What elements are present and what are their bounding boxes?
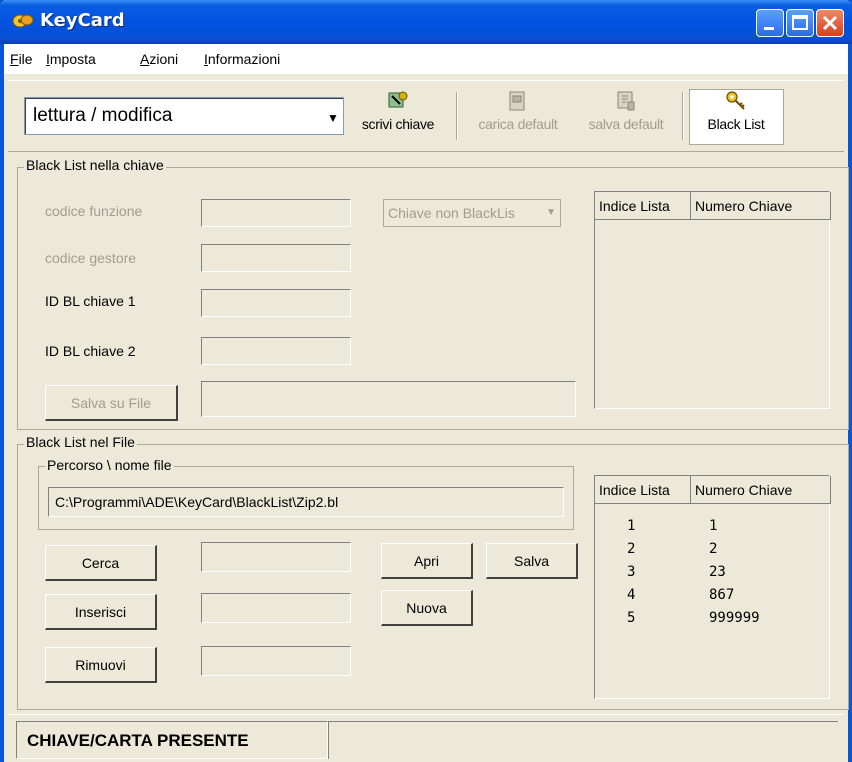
group-title-file: Black List nel File	[24, 434, 137, 450]
label-codice-gestore: codice gestore	[45, 250, 137, 266]
row-numero[interactable]: 867	[709, 587, 734, 603]
label-id-bl-chiave-1: ID BL chiave 1	[45, 293, 136, 309]
menu-informazioni[interactable]: Informazioni	[204, 51, 280, 67]
chiave-list-view[interactable]: Indice Lista Numero Chiave	[594, 191, 831, 409]
load-default-label: carica default	[478, 116, 558, 132]
file-list-view[interactable]: Indice Lista Numero Chiave 1 1 2 2 3 23 …	[594, 475, 831, 699]
row-indice[interactable]: 1	[627, 518, 635, 534]
menu-label: nformazioni	[207, 51, 281, 67]
inserisci-field[interactable]	[201, 593, 351, 623]
load-default-icon	[509, 91, 525, 111]
status-bar: CHIAVE/CARTA PRESENTE	[8, 714, 844, 762]
save-default-label: salva default	[588, 116, 664, 132]
codice-gestore-field[interactable]	[201, 244, 351, 272]
black-list-label: Black List	[707, 116, 765, 132]
status-pane-secondary	[328, 721, 838, 759]
salva-su-file-label: Salva su File	[70, 395, 152, 411]
label-id-bl-chiave-2: ID BL chiave 2	[45, 343, 136, 359]
header-numero-chiave[interactable]: Numero Chiave	[691, 476, 831, 504]
rimuovi-button[interactable]: Rimuovi	[45, 647, 157, 683]
write-key-icon	[388, 91, 408, 108]
menu-bar: File Imposta Azioni Informazioni	[4, 44, 848, 74]
apri-button[interactable]: Apri	[381, 543, 473, 579]
black-list-button[interactable]: Black List	[690, 90, 782, 144]
header-numero-chiave[interactable]: Numero Chiave	[691, 192, 831, 220]
maximize-button[interactable]	[786, 9, 814, 37]
header-indice-lista[interactable]: Indice Lista	[595, 476, 691, 504]
window-title: KeyCard	[40, 10, 125, 31]
menu-label: mposta	[49, 51, 96, 67]
header-indice-lista[interactable]: Indice Lista	[595, 192, 691, 220]
save-default-button[interactable]: salva default	[574, 90, 678, 144]
label-codice-funzione: codice funzione	[45, 203, 143, 219]
inserisci-button[interactable]: Inserisci	[45, 594, 157, 630]
mode-select-value: lettura / modifica	[33, 105, 173, 126]
toolbar-separator	[456, 92, 458, 140]
path-field[interactable]: C:\Programmi\ADE\KeyCard\BlackList\Zip2.…	[48, 487, 564, 517]
load-default-button[interactable]: carica default	[464, 90, 572, 144]
menu-label: zioni	[149, 51, 179, 67]
close-icon	[822, 15, 838, 31]
rimuovi-label: Rimuovi	[75, 657, 126, 673]
id-bl-chiave-2-field[interactable]	[201, 337, 351, 365]
row-indice[interactable]: 2	[627, 541, 635, 557]
dropdown-arrow-icon: ▼	[546, 207, 556, 218]
keycard-app-icon	[12, 14, 34, 28]
id-bl-chiave-1-field[interactable]	[201, 289, 351, 317]
menu-file[interactable]: File	[10, 51, 33, 67]
menu-imposta[interactable]: Imposta	[46, 51, 96, 67]
menu-accel: F	[10, 51, 19, 67]
menu-label: ile	[18, 51, 33, 67]
cerca-label: Cerca	[81, 555, 120, 571]
rimuovi-field[interactable]	[201, 646, 351, 676]
status-pane-main: CHIAVE/CARTA PRESENTE	[16, 721, 328, 759]
title-bar[interactable]: KeyCard	[0, 0, 852, 44]
cerca-button[interactable]: Cerca	[45, 545, 157, 581]
save-default-icon	[617, 91, 635, 111]
toolbar-separator	[682, 92, 684, 140]
nuova-label: Nuova	[406, 600, 447, 616]
write-key-label: scrivi chiave	[361, 116, 435, 132]
salva-su-file-path-field[interactable]	[201, 381, 576, 417]
minimize-icon	[764, 27, 774, 30]
apri-label: Apri	[414, 553, 439, 569]
combo-value: Chiave non BlackLis	[388, 205, 515, 221]
chiave-blacklist-combo[interactable]: Chiave non BlackLis ▼	[383, 199, 561, 227]
mode-select[interactable]: lettura / modifica ▼	[24, 97, 344, 135]
menu-azioni[interactable]: Azioni	[140, 51, 178, 67]
row-numero[interactable]: 23	[709, 564, 726, 580]
salva-label: Salva	[513, 553, 550, 569]
row-indice[interactable]: 4	[627, 587, 635, 603]
chiave-list-body[interactable]	[595, 222, 829, 408]
path-value: C:\Programmi\ADE\KeyCard\BlackList\Zip2.…	[55, 494, 339, 510]
maximize-icon	[792, 15, 808, 30]
row-indice[interactable]: 3	[627, 564, 635, 580]
inserisci-label: Inserisci	[74, 604, 127, 620]
row-numero[interactable]: 1	[709, 518, 717, 534]
minimize-button[interactable]	[756, 9, 784, 37]
close-button[interactable]	[816, 9, 844, 37]
row-numero[interactable]: 999999	[709, 610, 760, 626]
write-key-button[interactable]: scrivi chiave	[350, 90, 446, 144]
group-title-percorso: Percorso \ nome file	[45, 457, 174, 473]
group-title-chiave: Black List nella chiave	[24, 157, 166, 173]
codice-funzione-field[interactable]	[201, 199, 351, 227]
row-numero[interactable]: 2	[709, 541, 717, 557]
cerca-field[interactable]	[201, 542, 351, 572]
salva-su-file-button[interactable]: Salva su File	[45, 385, 178, 421]
file-list-body[interactable]: 1 1 2 2 3 23 4 867 5 999999	[595, 506, 829, 698]
status-text: CHIAVE/CARTA PRESENTE	[27, 731, 249, 750]
salva-button[interactable]: Salva	[486, 543, 578, 579]
key-icon	[726, 91, 745, 110]
dropdown-arrow-icon[interactable]: ▼	[325, 110, 341, 126]
row-indice[interactable]: 5	[627, 610, 635, 626]
menu-accel: A	[140, 51, 150, 67]
nuova-button[interactable]: Nuova	[381, 590, 473, 626]
